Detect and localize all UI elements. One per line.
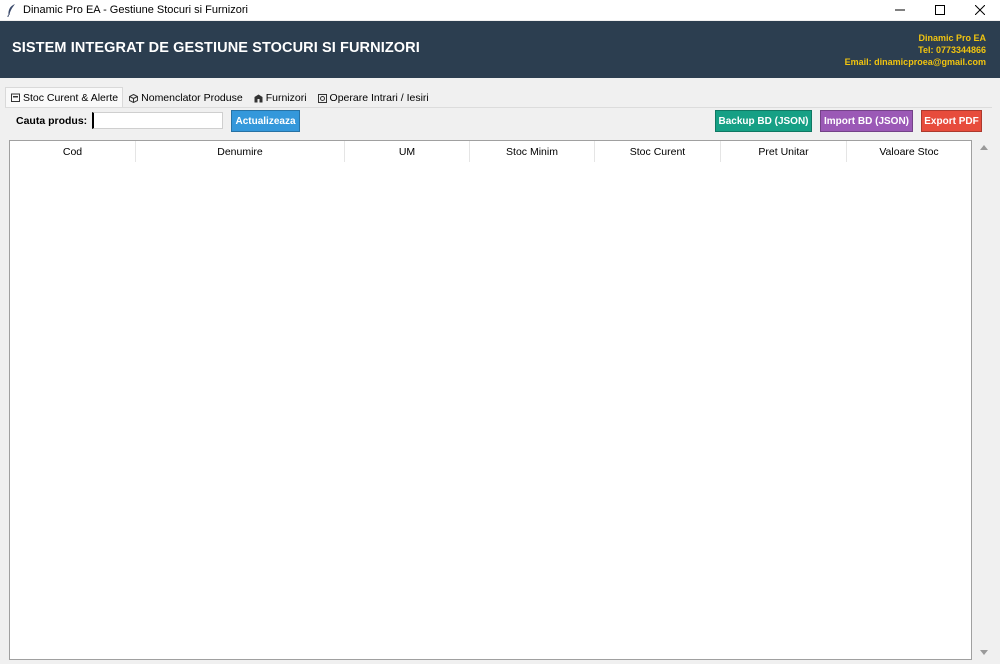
- column-header-pret-unitar[interactable]: Pret Unitar: [721, 141, 847, 162]
- app-header: SISTEM INTEGRAT DE GESTIUNE STOCURI SI F…: [0, 21, 1000, 78]
- table-header: Cod Denumire UM Stoc Minim Stoc Curent P…: [10, 141, 971, 162]
- title-bar: Dinamic Pro EA - Gestiune Stocuri si Fur…: [0, 0, 1000, 20]
- refresh-button[interactable]: Actualizeaza: [231, 110, 300, 132]
- tab-label: Furnizori: [265, 92, 307, 104]
- feather-icon: [5, 3, 19, 17]
- maximize-button[interactable]: [920, 0, 960, 20]
- company-info: Dinamic Pro EA Tel: 0773344866 Email: di…: [845, 32, 986, 68]
- column-header-stoc-minim[interactable]: Stoc Minim: [470, 141, 595, 162]
- column-header-um[interactable]: UM: [345, 141, 470, 162]
- tab-panel-border: [5, 107, 992, 108]
- close-icon: [975, 5, 985, 15]
- backup-button[interactable]: Backup BD (JSON): [715, 110, 812, 132]
- tab-operare[interactable]: Operare Intrari / Iesiri: [312, 88, 434, 107]
- scroll-up-button[interactable]: [975, 140, 992, 155]
- building-icon: [254, 94, 263, 103]
- maximize-icon: [935, 5, 945, 15]
- application-window: Dinamic Pro EA - Gestiune Stocuri si Fur…: [0, 0, 1000, 664]
- minimize-button[interactable]: [880, 0, 920, 20]
- system-title: SISTEM INTEGRAT DE GESTIUNE STOCURI SI F…: [12, 40, 420, 56]
- arrow-down-icon: [979, 650, 988, 655]
- vertical-scrollbar[interactable]: [975, 140, 992, 660]
- tab-label: Stoc Curent & Alerte: [23, 91, 119, 104]
- inventory-icon: [11, 93, 20, 102]
- box-icon: [129, 93, 139, 103]
- close-button[interactable]: [960, 0, 1000, 20]
- operations-icon: [317, 93, 327, 103]
- scroll-down-button[interactable]: [975, 645, 992, 660]
- tab-label: Nomenclator Produse: [141, 92, 243, 104]
- window-title: Dinamic Pro EA - Gestiune Stocuri si Fur…: [23, 4, 248, 16]
- stock-table[interactable]: Cod Denumire UM Stoc Minim Stoc Curent P…: [9, 140, 972, 660]
- company-name: Dinamic Pro EA: [918, 33, 986, 43]
- company-email: Email: dinamicproea@gmail.com: [844, 57, 986, 67]
- import-button[interactable]: Import BD (JSON): [820, 110, 913, 132]
- column-header-valoare-stoc[interactable]: Valoare Stoc: [847, 141, 971, 162]
- arrow-up-icon: [979, 145, 988, 150]
- column-header-cod[interactable]: Cod: [10, 141, 136, 162]
- tab-label: Operare Intrari / Iesiri: [329, 92, 429, 104]
- column-header-stoc-curent[interactable]: Stoc Curent: [595, 141, 721, 162]
- search-label: Cauta produs:: [16, 115, 88, 127]
- window-controls: [880, 0, 1000, 20]
- tab-stoc-curent[interactable]: Stoc Curent & Alerte: [5, 87, 124, 107]
- tab-bar: Stoc Curent & Alerte Nomenclator Produse…: [5, 87, 434, 107]
- export-pdf-button[interactable]: Export PDF: [921, 110, 982, 132]
- minimize-icon: [895, 9, 905, 11]
- column-header-denumire[interactable]: Denumire: [136, 141, 345, 162]
- tab-nomenclator[interactable]: Nomenclator Produse: [123, 88, 248, 107]
- tab-furnizori[interactable]: Furnizori: [248, 88, 312, 107]
- company-phone: Tel: 0773344866: [918, 45, 986, 55]
- search-input[interactable]: [92, 112, 223, 129]
